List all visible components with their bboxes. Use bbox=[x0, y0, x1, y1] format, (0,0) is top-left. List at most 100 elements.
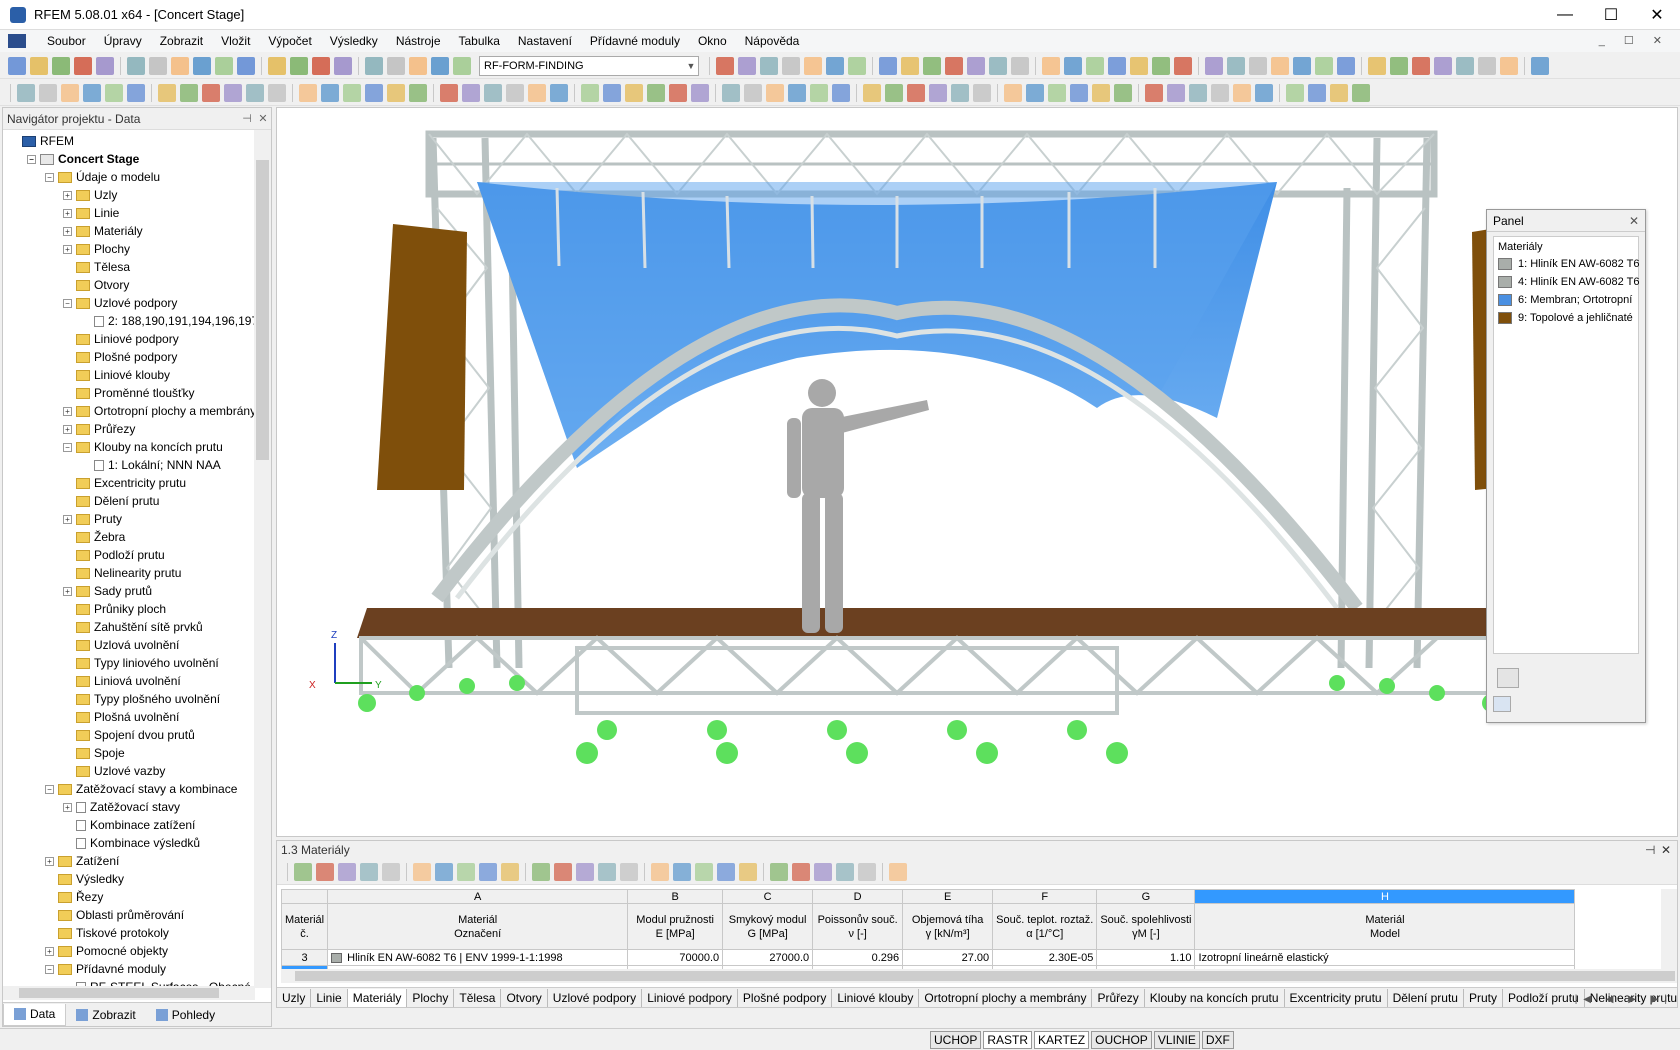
table-row[interactable]: 3 Hliník EN AW-6082 T6 | ENV 1999-1-1:199… bbox=[280, 949, 1576, 966]
menu-item[interactable]: Tabulka bbox=[450, 34, 509, 48]
toolbar-button[interactable] bbox=[923, 56, 941, 75]
toolbar-button[interactable] bbox=[1500, 56, 1518, 75]
tree-item[interactable]: + Ortotropní plochy a membrány bbox=[3, 402, 255, 420]
tree-item[interactable]: + Plochy bbox=[3, 240, 255, 258]
toolbar-button[interactable] bbox=[1249, 56, 1267, 75]
tree-item[interactable]: + Pruty bbox=[3, 510, 255, 528]
toolbar-button[interactable] bbox=[74, 56, 92, 75]
column-header[interactable]: Objemová tíha γ [kN/m³] bbox=[902, 903, 994, 950]
minimize-button[interactable]: — bbox=[1542, 0, 1588, 30]
tree-item[interactable]: Výsledky bbox=[3, 870, 255, 888]
table-toolbar-button[interactable] bbox=[889, 862, 907, 881]
toolbar-button[interactable] bbox=[440, 83, 458, 102]
table-cell[interactable]: 27000.0 bbox=[722, 949, 814, 966]
column-letter[interactable]: F bbox=[992, 889, 1098, 904]
toolbar-button[interactable] bbox=[1130, 56, 1148, 75]
toolbar-button[interactable] bbox=[788, 83, 806, 102]
table-toolbar-button[interactable] bbox=[413, 862, 431, 881]
table-toolbar-button[interactable] bbox=[717, 862, 735, 881]
toolbar-button[interactable] bbox=[722, 83, 740, 102]
tree-item[interactable]: + Uzly bbox=[3, 186, 255, 204]
toolbar-button[interactable] bbox=[462, 83, 480, 102]
toolbar-button[interactable] bbox=[409, 56, 427, 75]
sheet-tab[interactable]: Otvory bbox=[501, 989, 548, 1007]
tree-item[interactable]: − Zatěžovací stavy a kombinace bbox=[3, 780, 255, 798]
toolbar-button[interactable] bbox=[1070, 83, 1088, 102]
table-vscrollbar[interactable] bbox=[1661, 889, 1677, 969]
table-toolbar-button[interactable] bbox=[598, 862, 616, 881]
navigator-hscrollbar[interactable] bbox=[3, 986, 255, 1000]
column-letter[interactable]: G bbox=[1096, 889, 1196, 904]
toolbar-button[interactable] bbox=[1042, 56, 1060, 75]
toolbar-button[interactable] bbox=[484, 83, 502, 102]
column-letter[interactable]: E bbox=[902, 889, 994, 904]
toolbar-button[interactable] bbox=[647, 83, 665, 102]
toolbar-button[interactable] bbox=[453, 56, 471, 75]
tree-item[interactable]: RFEM bbox=[3, 132, 255, 150]
toolbar-button[interactable] bbox=[202, 83, 220, 102]
sheet-tab[interactable]: Pruty bbox=[1464, 989, 1503, 1007]
tree-item[interactable]: − Údaje o modelu bbox=[3, 168, 255, 186]
expand-icon[interactable]: + bbox=[63, 406, 72, 416]
menu-item[interactable]: Okno bbox=[689, 34, 736, 48]
expand-icon[interactable]: + bbox=[63, 586, 72, 596]
expand-icon[interactable]: + bbox=[63, 802, 72, 812]
toolbar-button[interactable] bbox=[848, 56, 866, 75]
menu-item[interactable]: Zobrazit bbox=[151, 34, 212, 48]
tree-item[interactable]: − Přídavné moduly bbox=[3, 960, 255, 978]
column-header[interactable]: Souč. spolehlivosti γM [-] bbox=[1096, 903, 1196, 950]
tree-item[interactable]: Podloží prutu bbox=[3, 546, 255, 564]
toolbar-button[interactable] bbox=[96, 56, 114, 75]
toolbar-button[interactable] bbox=[1189, 83, 1207, 102]
sheet-tab[interactable]: Dělení prutu bbox=[1388, 989, 1464, 1007]
toolbar-button[interactable] bbox=[105, 83, 123, 102]
close-button[interactable]: ✕ bbox=[1634, 0, 1680, 30]
toolbar-button[interactable] bbox=[1456, 56, 1474, 75]
tree-item[interactable]: Nelinearity prutu bbox=[3, 564, 255, 582]
tree-item[interactable]: Excentricity prutu bbox=[3, 474, 255, 492]
sheet-tab[interactable]: Klouby na koncích prutu bbox=[1145, 989, 1285, 1007]
column-header[interactable]: Poissonův souč. ν [-] bbox=[812, 903, 904, 950]
collapse-icon[interactable]: − bbox=[63, 298, 72, 308]
table-toolbar-button[interactable] bbox=[457, 862, 475, 881]
tree-item[interactable]: Plošná uvolnění bbox=[3, 708, 255, 726]
tree-item[interactable]: + Linie bbox=[3, 204, 255, 222]
column-header[interactable]: Modul pružnosti E [MPa] bbox=[627, 903, 724, 950]
sheet-tab[interactable]: Liniové podpory bbox=[642, 989, 738, 1007]
tree-item[interactable]: Tělesa bbox=[3, 258, 255, 276]
tree-item[interactable]: Žebra bbox=[3, 528, 255, 546]
table-toolbar-button[interactable] bbox=[858, 862, 876, 881]
tree-item[interactable]: − Concert Stage bbox=[3, 150, 255, 168]
menu-item[interactable]: Výpočet bbox=[259, 34, 320, 48]
toolbar-button[interactable] bbox=[237, 56, 255, 75]
module-combobox[interactable]: RF-FORM-FINDING ▼ bbox=[479, 55, 699, 76]
collapse-icon[interactable]: − bbox=[45, 964, 54, 974]
menu-item[interactable]: Vložit bbox=[212, 34, 259, 48]
toolbar-button[interactable] bbox=[1330, 83, 1348, 102]
toolbar-button[interactable] bbox=[810, 83, 828, 102]
sheet-tab[interactable]: Podloží prutu bbox=[1503, 989, 1585, 1007]
table-cell[interactable]: 1.10 bbox=[1096, 949, 1196, 966]
table-toolbar-button[interactable] bbox=[435, 862, 453, 881]
toolbar-button[interactable] bbox=[1011, 56, 1029, 75]
sheet-tab[interactable]: Uzlové podpory bbox=[548, 989, 643, 1007]
tree-item[interactable]: − Uzlové podpory bbox=[3, 294, 255, 312]
collapse-icon[interactable]: − bbox=[45, 784, 54, 794]
table-toolbar-button[interactable] bbox=[532, 862, 550, 881]
toolbar-button[interactable] bbox=[1086, 56, 1104, 75]
table-toolbar-button[interactable] bbox=[770, 862, 788, 881]
toolbar-button[interactable] bbox=[901, 56, 919, 75]
toolbar-button[interactable] bbox=[716, 56, 734, 75]
table-toolbar-button[interactable] bbox=[338, 862, 356, 881]
collapse-icon[interactable]: − bbox=[63, 442, 72, 452]
toolbar-button[interactable] bbox=[312, 56, 330, 75]
table-toolbar-button[interactable] bbox=[316, 862, 334, 881]
pin-icon[interactable]: ⊣ bbox=[1645, 843, 1661, 857]
toolbar-button[interactable] bbox=[158, 83, 176, 102]
toolbar-button[interactable] bbox=[1478, 56, 1496, 75]
panel-color-scale-icon[interactable] bbox=[1493, 696, 1511, 712]
close-icon[interactable]: ✕ bbox=[1661, 843, 1677, 857]
toolbar-button[interactable] bbox=[1255, 83, 1273, 102]
collapse-icon[interactable]: − bbox=[45, 172, 54, 182]
toolbar-button[interactable] bbox=[863, 83, 881, 102]
